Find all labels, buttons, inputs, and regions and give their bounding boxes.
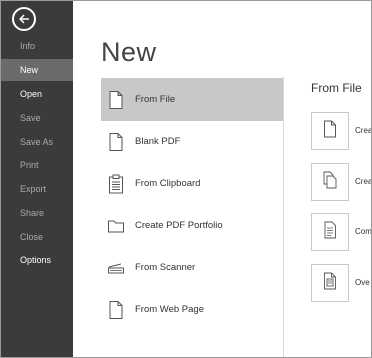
- combine-files-tile[interactable]: [311, 213, 349, 251]
- main-content: New From File Blank PDF From Clipboard C…: [73, 1, 371, 357]
- option-label: From Web Page: [135, 304, 204, 315]
- web-page-icon: [107, 299, 125, 321]
- column-divider: [283, 77, 284, 357]
- clipboard-icon: [107, 173, 125, 195]
- option-from-web-page[interactable]: From Web Page: [101, 288, 283, 331]
- document-icon: [107, 89, 125, 111]
- sidebar-item-share[interactable]: Share: [1, 202, 73, 224]
- option-label: From Scanner: [135, 262, 196, 273]
- panel-title: From File: [311, 81, 362, 95]
- sidebar-item-export[interactable]: Export: [1, 178, 73, 200]
- option-label: Create PDF Portfolio: [135, 220, 223, 231]
- tile-label: Com: [355, 227, 372, 236]
- scanner-icon: [107, 257, 125, 279]
- option-from-clipboard[interactable]: From Clipboard: [101, 162, 283, 205]
- create-multiple-tile[interactable]: [311, 163, 349, 201]
- blank-page-icon: [107, 131, 125, 153]
- sidebar-item-close[interactable]: Close: [1, 226, 73, 248]
- single-page-icon: [323, 120, 337, 143]
- option-label: From File: [135, 94, 176, 105]
- tile-label: Crea: [355, 126, 372, 135]
- sidebar-item-new[interactable]: New: [1, 59, 73, 81]
- option-blank-pdf[interactable]: Blank PDF: [101, 120, 283, 163]
- option-from-file[interactable]: From File: [101, 78, 283, 121]
- tile-label: Ove: [355, 278, 370, 287]
- backstage-sidebar: Info New Open Save Save As Print Export …: [1, 1, 73, 357]
- sidebar-item-open[interactable]: Open: [1, 83, 73, 105]
- overlay-pages-icon: [323, 272, 337, 295]
- page-title: New: [101, 37, 157, 67]
- option-create-pdf-portfolio[interactable]: Create PDF Portfolio: [101, 204, 283, 247]
- option-label: Blank PDF: [135, 136, 181, 147]
- sidebar-item-options[interactable]: Options: [1, 249, 73, 271]
- option-label: From Clipboard: [135, 178, 201, 189]
- folder-icon: [107, 215, 125, 237]
- sidebar-item-save[interactable]: Save: [1, 107, 73, 129]
- combine-files-icon: [323, 221, 337, 244]
- sidebar-item-print[interactable]: Print: [1, 154, 73, 176]
- back-arrow-icon[interactable]: [12, 7, 36, 31]
- overlay-tile[interactable]: [311, 264, 349, 302]
- create-from-file-tile[interactable]: [311, 112, 349, 150]
- tile-label: Crea: [355, 177, 372, 186]
- sidebar-item-save-as[interactable]: Save As: [1, 131, 73, 153]
- stacked-pages-icon: [323, 171, 337, 194]
- sidebar-item-info[interactable]: Info: [1, 35, 73, 57]
- app-frame: Info New Open Save Save As Print Export …: [0, 0, 372, 358]
- option-from-scanner[interactable]: From Scanner: [101, 246, 283, 289]
